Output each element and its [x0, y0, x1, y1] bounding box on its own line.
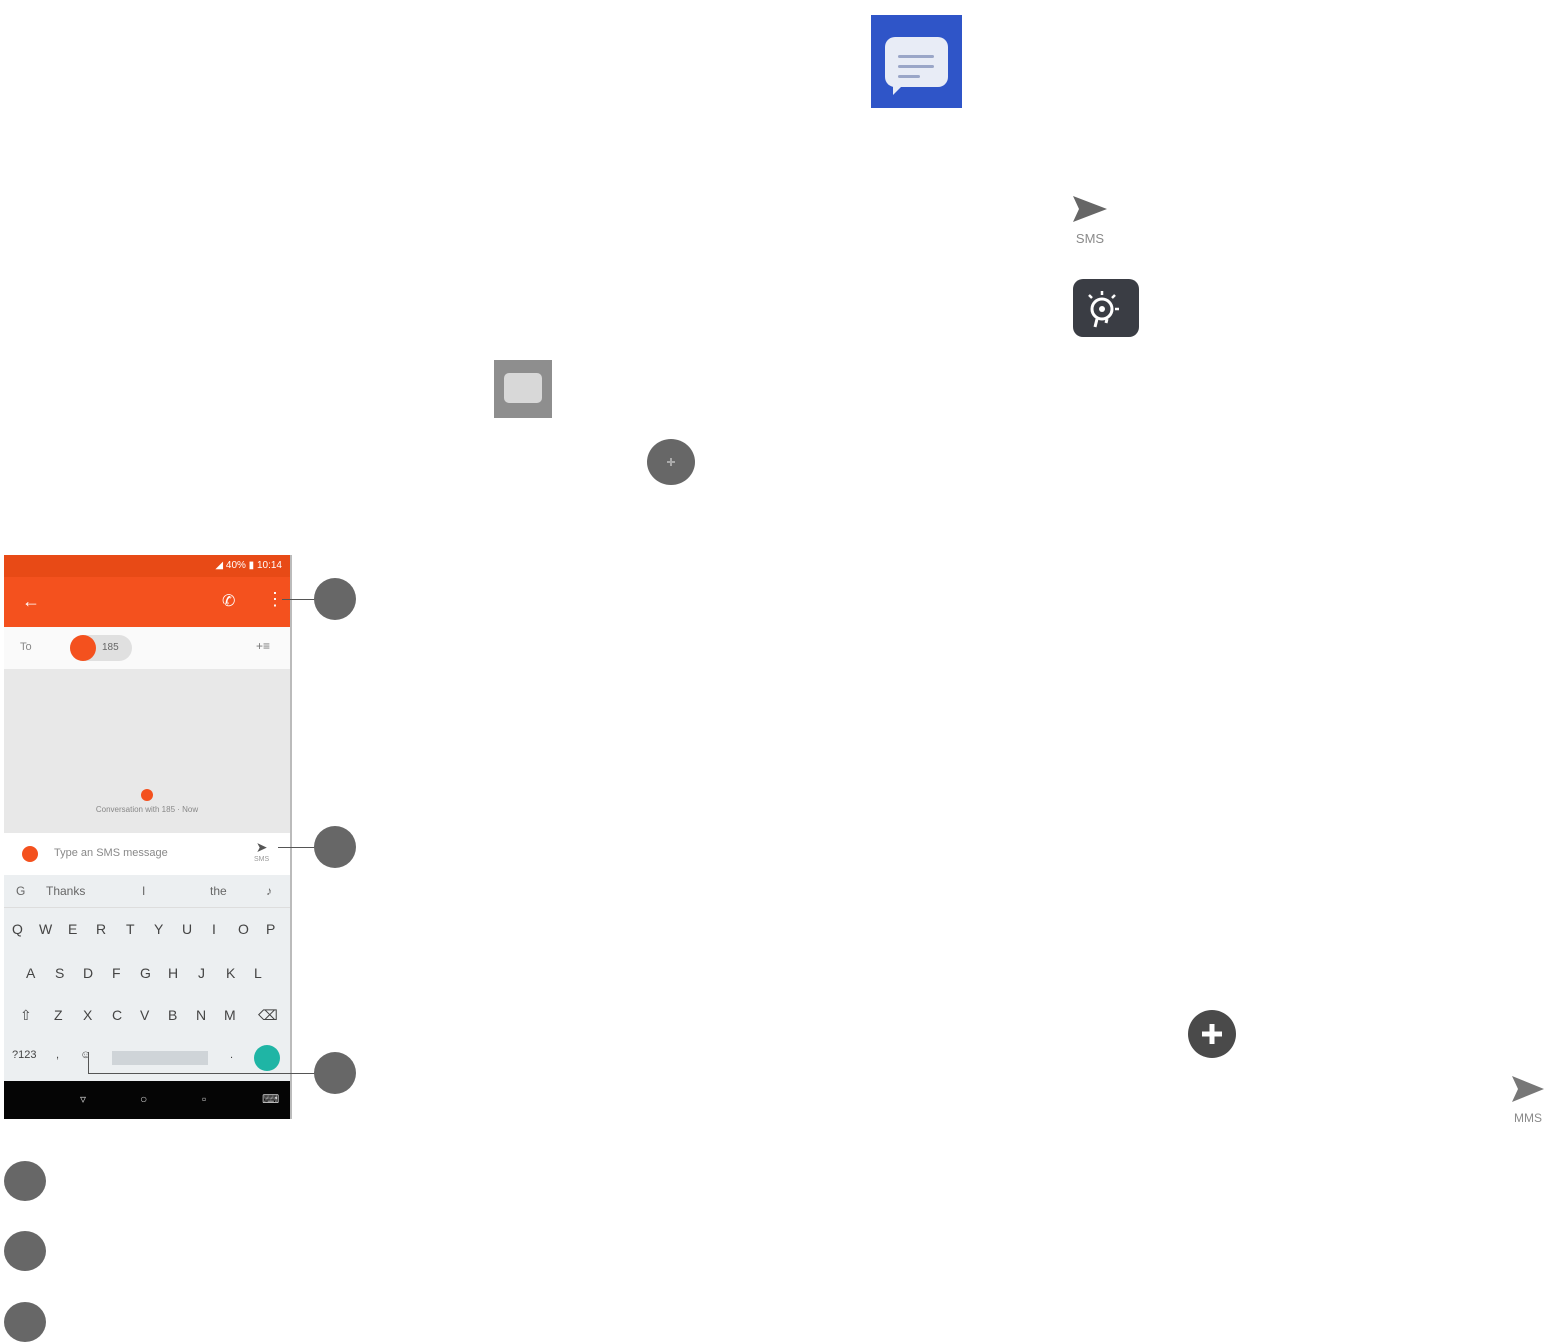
suggestion-strip: G Thanks I the ♪ — [4, 875, 290, 908]
mms-send-label: MMS — [1514, 1111, 1542, 1125]
key[interactable]: B — [168, 1007, 177, 1023]
mms-send-icon: MMS — [1506, 1074, 1550, 1125]
key[interactable]: R — [96, 921, 106, 937]
compose-bar: Type an SMS message ➤ SMS — [4, 833, 290, 875]
suggestion[interactable]: the — [210, 884, 227, 898]
to-label: To — [20, 641, 32, 653]
recipient-number: 185 — [102, 642, 119, 653]
emoji-icon[interactable]: ☺ — [80, 1049, 91, 1061]
keyboard-switch-icon[interactable]: ⌨ — [262, 1092, 279, 1106]
callout-marker — [314, 826, 356, 868]
nav-recents-icon[interactable]: ▫ — [202, 1092, 206, 1106]
bubble-line — [898, 65, 934, 68]
contact-avatar — [141, 789, 153, 801]
keyboard: G Thanks I the ♪ Q W E R T Y U I O P A S… — [4, 875, 290, 1081]
key[interactable]: X — [83, 1007, 92, 1023]
recipient-row: To 185 +≡ — [4, 627, 290, 670]
bubble-line — [898, 55, 934, 58]
callout-line — [88, 1073, 316, 1074]
bubble-line — [898, 75, 920, 78]
nav-back-icon[interactable]: ▿ — [80, 1092, 86, 1106]
lightbulb-tip-icon — [1073, 279, 1139, 337]
callout-marker — [4, 1302, 46, 1342]
phone-call-icon[interactable]: ✆ — [222, 591, 235, 611]
shift-key-icon[interactable]: ⇧ — [20, 1007, 32, 1024]
callout-marker — [4, 1231, 46, 1271]
key[interactable]: T — [126, 921, 135, 937]
callout-line — [88, 1052, 89, 1073]
key[interactable]: U — [182, 921, 192, 937]
google-g-icon[interactable]: G — [16, 884, 25, 898]
key[interactable]: Z — [54, 1007, 63, 1023]
callout-marker — [4, 1161, 46, 1201]
attach-icon[interactable] — [22, 846, 38, 862]
send-label: SMS — [254, 856, 270, 863]
key[interactable]: H — [168, 965, 178, 981]
key[interactable]: K — [226, 965, 235, 981]
suggestion[interactable]: I — [142, 884, 145, 898]
recipient-chip[interactable]: 185 — [70, 635, 132, 661]
key[interactable]: J — [198, 965, 205, 981]
app-bar: ← ✆ ⋮ — [4, 577, 290, 627]
period-key[interactable]: . — [230, 1049, 233, 1061]
comma-key[interactable]: , — [56, 1049, 59, 1061]
conversation-area: Conversation with 185 · Now — [4, 669, 290, 833]
sms-send-label: SMS — [1075, 231, 1105, 246]
key[interactable]: M — [224, 1007, 236, 1023]
key[interactable]: S — [55, 965, 64, 981]
symbols-key[interactable]: ?123 — [12, 1049, 36, 1061]
key[interactable]: Q — [12, 921, 23, 937]
space-bar[interactable] — [112, 1051, 208, 1065]
key[interactable]: I — [212, 921, 216, 937]
key[interactable]: F — [112, 965, 121, 981]
key[interactable]: O — [238, 921, 249, 937]
key[interactable]: L — [254, 965, 262, 981]
compose-input[interactable]: Type an SMS message — [54, 847, 168, 859]
new-message-button[interactable] — [647, 439, 695, 485]
avatar — [70, 635, 96, 661]
send-arrow-icon — [1512, 1076, 1544, 1102]
send-button[interactable]: ➤ SMS — [254, 839, 269, 863]
message-icon — [494, 360, 552, 418]
key[interactable]: E — [68, 921, 77, 937]
back-arrow-icon[interactable]: ← — [22, 591, 40, 612]
send-arrow-icon — [1073, 196, 1107, 222]
callout-line — [278, 847, 316, 848]
plus-icon — [1202, 1024, 1222, 1044]
nav-home-icon[interactable]: ○ — [140, 1092, 147, 1106]
backspace-icon[interactable]: ⌫ — [258, 1007, 278, 1024]
phone-screenshot: ◢ 40% ▮ 10:14 ← ✆ ⋮ To 185 +≡ Conversati… — [4, 555, 292, 1119]
navigation-bar: ▿ ○ ▫ ⌨ — [4, 1081, 290, 1119]
key[interactable]: N — [196, 1007, 206, 1023]
key[interactable]: A — [26, 965, 35, 981]
messages-app-icon — [871, 15, 962, 108]
sms-send-icon: SMS — [1068, 194, 1112, 246]
microphone-icon[interactable]: ♪ — [266, 884, 272, 898]
plus-icon — [667, 458, 675, 466]
key[interactable]: P — [266, 921, 275, 937]
add-people-icon[interactable]: +≡ — [256, 639, 270, 653]
message-bubble-icon — [885, 37, 948, 95]
status-bar: ◢ 40% ▮ 10:14 — [4, 555, 290, 577]
key[interactable]: D — [83, 965, 93, 981]
callout-marker — [314, 1052, 356, 1094]
callout-line — [282, 599, 316, 600]
key[interactable]: V — [140, 1007, 149, 1023]
conversation-caption: Conversation with 185 · Now — [95, 805, 199, 814]
callout-marker — [314, 578, 356, 620]
suggestion[interactable]: Thanks — [46, 884, 85, 898]
send-key-icon[interactable] — [254, 1045, 280, 1071]
key[interactable]: W — [39, 921, 52, 937]
key[interactable]: Y — [154, 921, 163, 937]
key[interactable]: C — [112, 1007, 122, 1023]
key[interactable]: G — [140, 965, 151, 981]
add-button[interactable] — [1188, 1010, 1236, 1058]
